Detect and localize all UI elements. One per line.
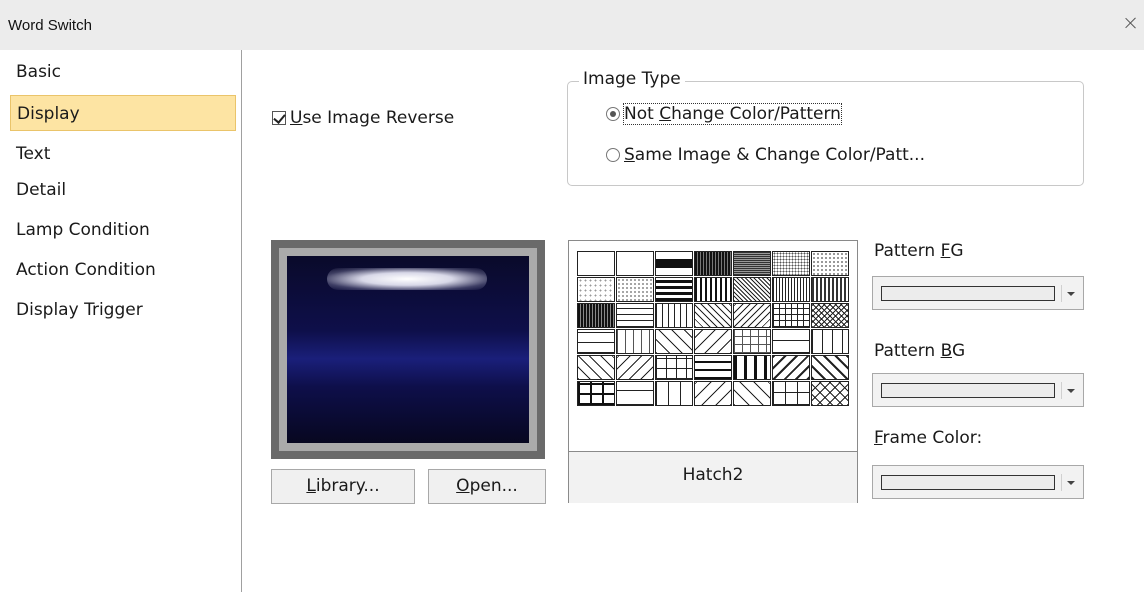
pattern-fg-label: Pattern FG <box>874 241 964 261</box>
use-image-reverse-checkbox[interactable]: Use Image Reverse <box>272 108 454 128</box>
pattern-swatch[interactable] <box>733 329 771 354</box>
pattern-swatch[interactable] <box>772 303 810 328</box>
frame-color-dropdown[interactable] <box>872 465 1084 499</box>
title-bar: Word Switch <box>0 0 1144 50</box>
pattern-swatch[interactable] <box>655 277 693 302</box>
sidebar-item-lamp-condition[interactable]: Lamp Condition <box>10 212 236 248</box>
pattern-swatch[interactable] <box>577 277 615 302</box>
pattern-swatch[interactable] <box>733 251 771 276</box>
image-type-legend: Image Type <box>579 69 685 89</box>
pattern-swatch[interactable] <box>811 381 849 406</box>
pattern-swatch[interactable] <box>694 381 732 406</box>
radio-selected-icon[interactable] <box>606 107 620 121</box>
pattern-swatch[interactable] <box>772 277 810 302</box>
pattern-swatch[interactable] <box>616 277 654 302</box>
chevron-down-icon[interactable] <box>1061 382 1077 399</box>
radio-label-same-image: Same Image & Change Color/Patt... <box>624 145 925 165</box>
pattern-bg-dropdown[interactable] <box>872 373 1084 407</box>
pattern-fg-dropdown[interactable] <box>872 276 1084 310</box>
use-image-reverse-label: Use Image Reverse <box>290 108 455 128</box>
library-button[interactable]: Library... <box>271 469 415 504</box>
sidebar-item-display[interactable]: Display <box>10 95 236 131</box>
pattern-swatch[interactable] <box>577 381 615 406</box>
radio-not-change-color-pattern[interactable]: Not Change Color/Pattern <box>606 103 842 125</box>
pattern-swatch[interactable] <box>733 277 771 302</box>
pattern-swatch[interactable] <box>811 277 849 302</box>
pattern-swatch[interactable] <box>694 251 732 276</box>
pattern-swatch[interactable] <box>577 251 615 276</box>
pattern-grid <box>577 251 849 406</box>
pattern-swatch[interactable] <box>772 329 810 354</box>
pattern-swatch[interactable] <box>655 303 693 328</box>
pattern-swatch[interactable] <box>655 355 693 380</box>
pattern-swatch[interactable] <box>811 329 849 354</box>
chevron-down-icon[interactable] <box>1061 285 1077 302</box>
radio-label-not-change: Not Change Color/Pattern <box>623 103 842 125</box>
pattern-selector: Hatch2 <box>568 240 858 503</box>
pattern-swatch[interactable] <box>694 355 732 380</box>
pattern-swatch[interactable] <box>772 355 810 380</box>
pattern-swatch[interactable] <box>577 355 615 380</box>
pattern-swatch[interactable] <box>577 329 615 354</box>
image-type-group <box>567 81 1084 186</box>
switch-image <box>287 256 529 443</box>
pattern-swatch[interactable] <box>772 251 810 276</box>
pattern-swatch[interactable] <box>733 381 771 406</box>
pattern-swatch[interactable] <box>655 251 693 276</box>
pattern-swatch[interactable] <box>733 355 771 380</box>
sidebar-item-detail[interactable]: Detail <box>10 172 236 208</box>
frame-color-label: Frame Color: <box>874 428 983 448</box>
open-button[interactable]: Open... <box>428 469 546 504</box>
pattern-name: Hatch2 <box>569 451 857 503</box>
pattern-swatch[interactable] <box>811 303 849 328</box>
sidebar-item-action-condition[interactable]: Action Condition <box>10 252 236 288</box>
pattern-swatch[interactable] <box>616 251 654 276</box>
sidebar-item-text[interactable]: Text <box>10 136 236 172</box>
radio-same-image-change-color[interactable]: Same Image & Change Color/Patt... <box>606 145 925 165</box>
window-title: Word Switch <box>8 17 92 34</box>
pattern-swatch[interactable] <box>694 277 732 302</box>
pattern-swatch[interactable] <box>694 303 732 328</box>
pattern-fg-swatch <box>881 286 1055 301</box>
chevron-down-icon[interactable] <box>1061 474 1077 491</box>
sidebar: Basic Display Text Detail Lamp Condition… <box>0 50 242 592</box>
pattern-swatch[interactable] <box>655 329 693 354</box>
pattern-bg-label: Pattern BG <box>874 341 966 361</box>
pattern-swatch[interactable] <box>616 329 654 354</box>
image-preview <box>271 240 545 459</box>
sidebar-item-basic[interactable]: Basic <box>10 54 236 90</box>
frame-color-swatch <box>881 475 1055 490</box>
pattern-swatch[interactable] <box>811 251 849 276</box>
pattern-swatch[interactable] <box>616 381 654 406</box>
sidebar-item-display-trigger[interactable]: Display Trigger <box>10 292 236 328</box>
pattern-swatch[interactable] <box>577 303 615 328</box>
pattern-bg-swatch <box>881 383 1055 398</box>
pattern-swatch[interactable] <box>616 303 654 328</box>
radio-unselected-icon[interactable] <box>606 148 620 162</box>
pattern-swatch[interactable] <box>694 329 732 354</box>
pattern-swatch[interactable] <box>616 355 654 380</box>
pattern-swatch[interactable] <box>811 355 849 380</box>
image-highlight <box>327 268 487 290</box>
pattern-swatch[interactable] <box>733 303 771 328</box>
pattern-swatch[interactable] <box>655 381 693 406</box>
checkbox-checked-icon[interactable] <box>272 111 286 125</box>
pattern-swatch[interactable] <box>772 381 810 406</box>
close-icon[interactable] <box>1122 14 1140 32</box>
